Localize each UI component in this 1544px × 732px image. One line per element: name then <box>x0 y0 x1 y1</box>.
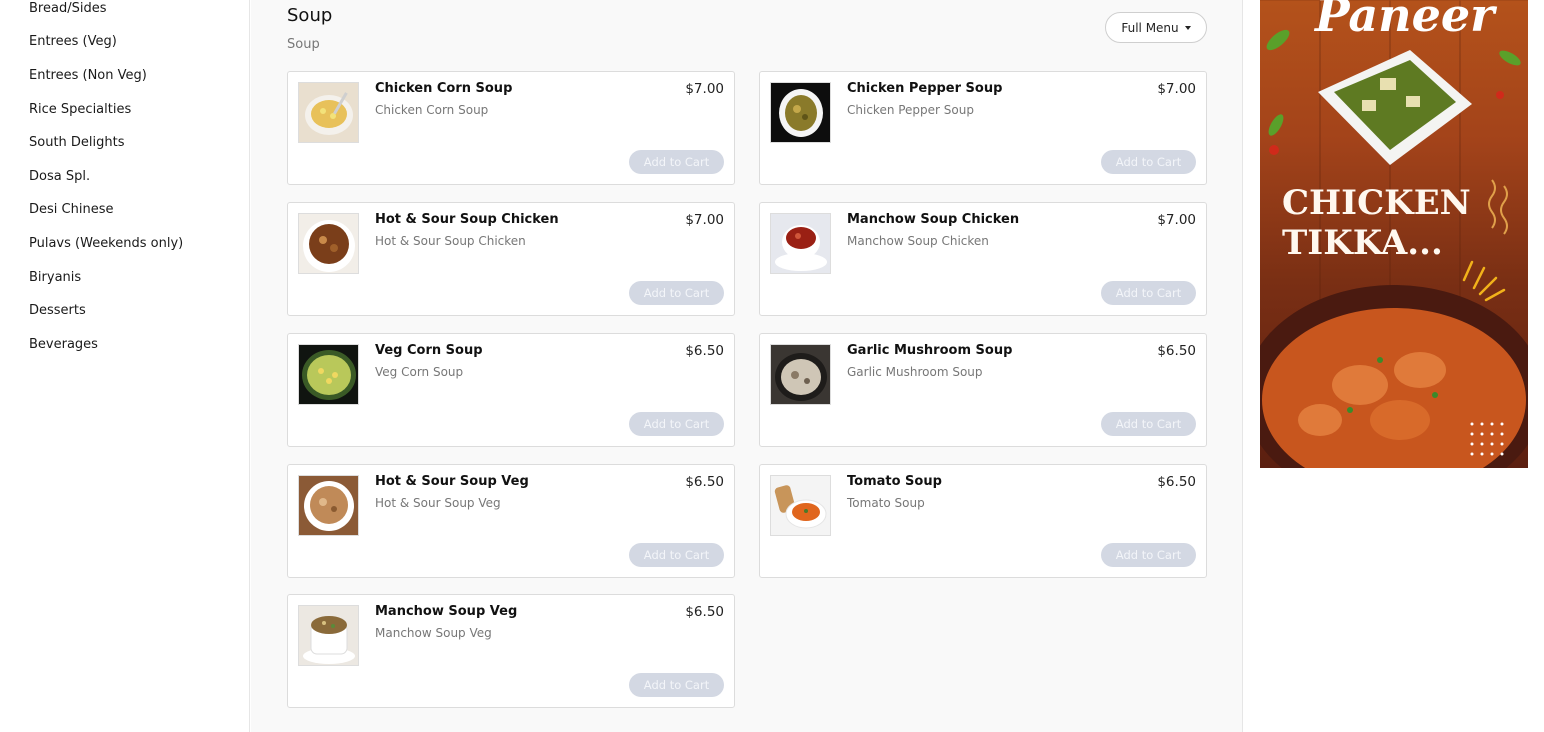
sidebar-item-biryanis[interactable]: Biryanis <box>29 270 81 285</box>
menu-item-card[interactable]: Hot & Sour Soup Chicken Hot & Sour Soup … <box>287 202 735 316</box>
menu-item-card[interactable]: Manchow Soup Chicken Manchow Soup Chicke… <box>759 202 1207 316</box>
item-price: $7.00 <box>685 81 724 97</box>
item-price: $7.00 <box>685 212 724 228</box>
item-description: Hot & Sour Soup Veg <box>375 496 501 510</box>
category-sidebar: Bread/Sides Entrees (Veg) Entrees (Non V… <box>0 0 250 732</box>
section-subtitle: Soup <box>287 37 320 52</box>
soup-bowl-icon <box>298 475 359 536</box>
item-name: Tomato Soup <box>847 474 942 489</box>
add-to-cart-button[interactable]: Add to Cart <box>1101 281 1196 305</box>
promo-banner[interactable]: Paneer CHICKEN TIKKA... <box>1260 0 1528 468</box>
sidebar-item-entrees-veg[interactable]: Entrees (Veg) <box>29 34 117 49</box>
sidebar-item-south-delights[interactable]: South Delights <box>29 135 125 150</box>
sidebar-item-desi-chinese[interactable]: Desi Chinese <box>29 202 113 217</box>
item-price: $6.50 <box>1157 343 1196 359</box>
sidebar-item-pulavs[interactable]: Pulavs (Weekends only) <box>29 236 183 251</box>
promo-headline-top: Paneer <box>1315 0 1495 42</box>
menu-section: Soup Soup Full Menu Chicken Corn Soup Ch… <box>251 0 1243 732</box>
soup-bowl-icon <box>298 344 359 405</box>
soup-bowl-icon <box>298 213 359 274</box>
item-name: Hot & Sour Soup Chicken <box>375 212 559 227</box>
promo-headline: CHICKEN TIKKA... <box>1282 183 1471 263</box>
item-price: $6.50 <box>685 604 724 620</box>
menu-item-card[interactable]: Hot & Sour Soup Veg Hot & Sour Soup Veg … <box>287 464 735 578</box>
full-menu-label: Full Menu <box>1121 20 1179 35</box>
item-description: Tomato Soup <box>847 496 925 510</box>
add-to-cart-button[interactable]: Add to Cart <box>1101 150 1196 174</box>
item-description: Hot & Sour Soup Chicken <box>375 234 526 248</box>
add-to-cart-button[interactable]: Add to Cart <box>629 543 724 567</box>
add-to-cart-button[interactable]: Add to Cart <box>629 281 724 305</box>
sidebar-item-beverages[interactable]: Beverages <box>29 337 98 352</box>
menu-item-card[interactable]: Garlic Mushroom Soup Garlic Mushroom Sou… <box>759 333 1207 447</box>
menu-item-card[interactable]: Chicken Corn Soup Chicken Corn Soup $7.0… <box>287 71 735 185</box>
soup-bowl-icon <box>770 344 831 405</box>
item-description: Veg Corn Soup <box>375 365 464 379</box>
item-name: Garlic Mushroom Soup <box>847 343 1013 358</box>
add-to-cart-button[interactable]: Add to Cart <box>629 673 724 697</box>
item-description: Chicken Pepper Soup <box>847 103 974 117</box>
soup-bowl-icon <box>770 213 831 274</box>
item-name: Veg Corn Soup <box>375 343 483 358</box>
sidebar-item-rice-specialties[interactable]: Rice Specialties <box>29 102 131 117</box>
menu-page: Bread/Sides Entrees (Veg) Entrees (Non V… <box>0 0 1544 732</box>
item-description: Manchow Soup Chicken <box>847 234 989 248</box>
item-price: $7.00 <box>1157 212 1196 228</box>
soup-bowl-icon <box>298 82 359 143</box>
sidebar-item-entrees-nonveg[interactable]: Entrees (Non Veg) <box>29 68 147 83</box>
item-price: $6.50 <box>685 474 724 490</box>
add-to-cart-button[interactable]: Add to Cart <box>629 150 724 174</box>
item-description: Chicken Corn Soup <box>375 103 489 117</box>
sidebar-item-desserts[interactable]: Desserts <box>29 303 86 318</box>
menu-item-card[interactable]: Manchow Soup Veg Manchow Soup Veg $6.50 … <box>287 594 735 708</box>
add-to-cart-button[interactable]: Add to Cart <box>1101 412 1196 436</box>
sidebar-item-bread-sides[interactable]: Bread/Sides <box>29 1 106 16</box>
add-to-cart-button[interactable]: Add to Cart <box>1101 543 1196 567</box>
item-name: Chicken Pepper Soup <box>847 81 1003 96</box>
item-description: Garlic Mushroom Soup <box>847 365 983 379</box>
item-name: Hot & Sour Soup Veg <box>375 474 529 489</box>
item-price: $6.50 <box>1157 474 1196 490</box>
item-price: $6.50 <box>685 343 724 359</box>
soup-bowl-icon <box>770 475 831 536</box>
item-name: Chicken Corn Soup <box>375 81 513 96</box>
item-price: $7.00 <box>1157 81 1196 97</box>
menu-item-card[interactable]: Veg Corn Soup Veg Corn Soup $6.50 Add to… <box>287 333 735 447</box>
full-menu-dropdown-button[interactable]: Full Menu <box>1105 12 1207 43</box>
menu-item-card[interactable]: Chicken Pepper Soup Chicken Pepper Soup … <box>759 71 1207 185</box>
menu-item-card[interactable]: Tomato Soup Tomato Soup $6.50 Add to Car… <box>759 464 1207 578</box>
item-name: Manchow Soup Chicken <box>847 212 1020 227</box>
soup-bowl-icon <box>770 82 831 143</box>
soup-bowl-icon <box>298 605 359 666</box>
item-description: Manchow Soup Veg <box>375 626 492 640</box>
caret-down-icon <box>1184 25 1191 30</box>
section-title: Soup <box>287 5 333 26</box>
add-to-cart-button[interactable]: Add to Cart <box>629 412 724 436</box>
item-name: Manchow Soup Veg <box>375 604 518 619</box>
sidebar-item-dosa-spl[interactable]: Dosa Spl. <box>29 169 90 184</box>
